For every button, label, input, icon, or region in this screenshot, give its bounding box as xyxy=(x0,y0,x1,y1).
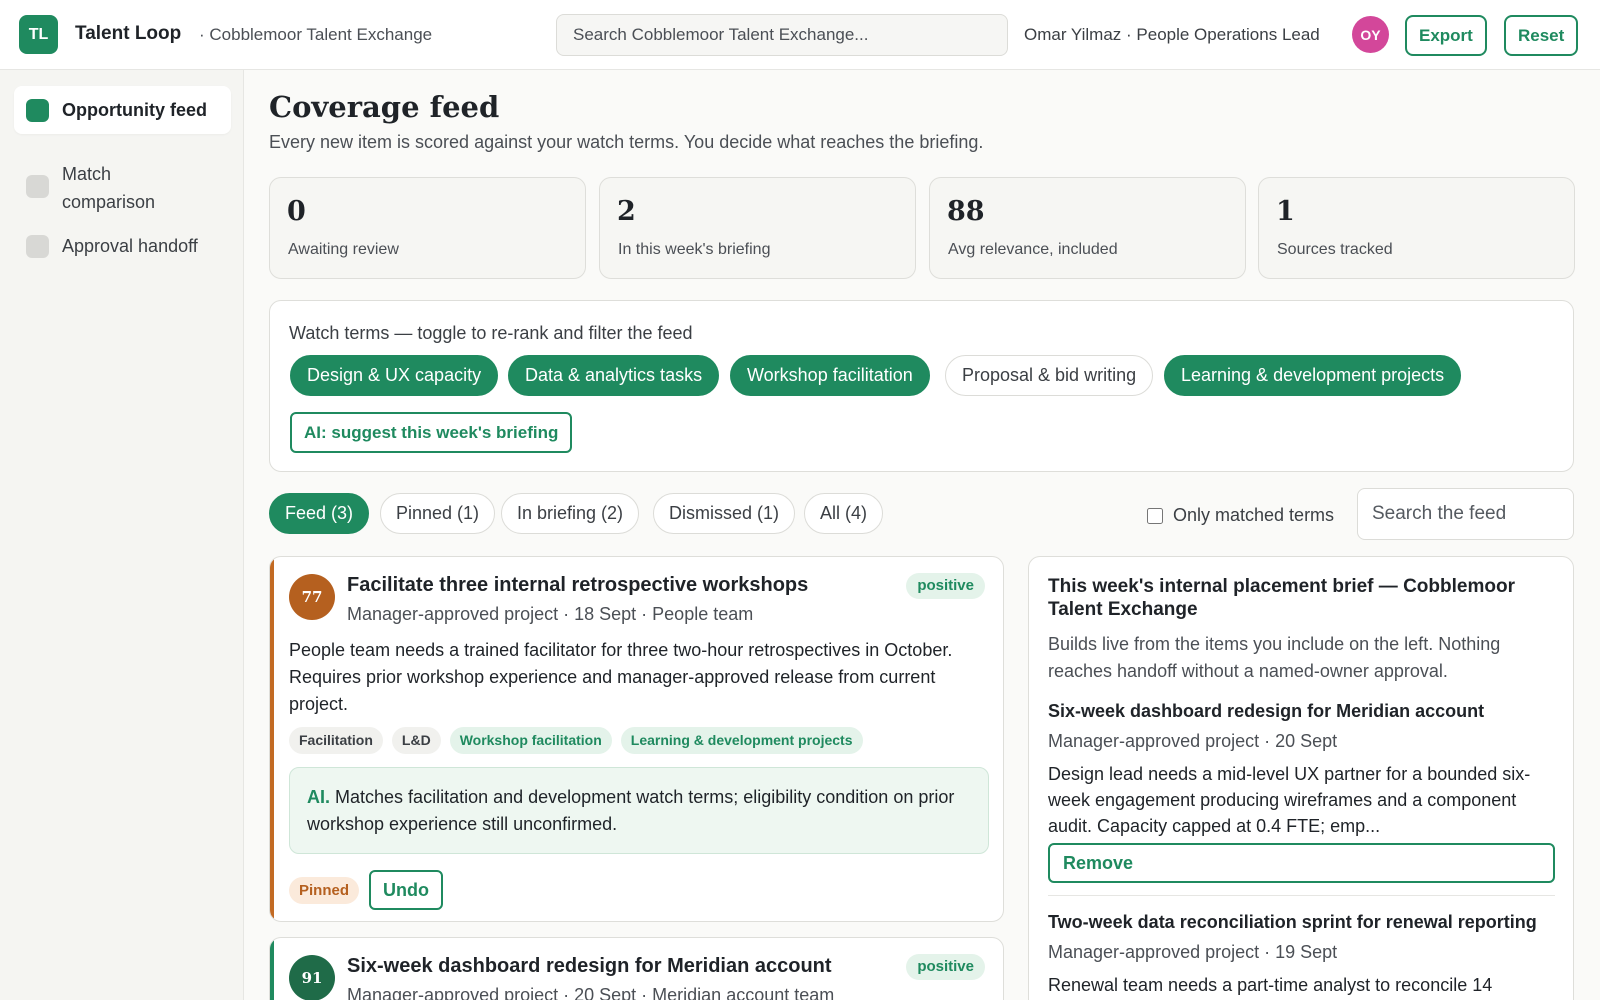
brief-item: Two-week data reconciliation sprint for … xyxy=(1048,911,1560,998)
page-title: Coverage feed xyxy=(269,90,500,124)
watch-term-chip-proposal-bid[interactable]: Proposal & bid writing xyxy=(945,355,1154,396)
feed-card-meta: Manager-approved project · 18 Sept · Peo… xyxy=(347,604,754,624)
sidebar-item-label: Approval handoff xyxy=(62,236,198,256)
stat-label: Awaiting review xyxy=(288,241,399,258)
stat-label: Avg relevance, included xyxy=(948,241,1118,258)
feed-card: 91 Six-week dashboard redesign for Merid… xyxy=(269,937,1004,1000)
placement-brief-panel: This week's internal placement brief — C… xyxy=(1028,556,1574,1000)
reset-button[interactable]: Reset xyxy=(1504,15,1579,56)
feed-card-body: People team needs a trained facilitator … xyxy=(289,640,953,714)
page-subtitle: Every new item is scored against your wa… xyxy=(269,132,984,152)
nav-square-icon xyxy=(26,99,49,122)
nav-square-icon xyxy=(26,175,49,198)
tag-list: Facilitation L&D Workshop facilitation L… xyxy=(289,727,863,754)
export-button[interactable]: Export xyxy=(1405,15,1487,56)
tab-feed[interactable]: Feed (3) xyxy=(269,493,370,534)
brief-description: Builds live from the items you include o… xyxy=(1048,634,1501,681)
divider xyxy=(1048,895,1555,896)
top-bar: TL Talent Loop · Cobblemoor Talent Excha… xyxy=(0,0,1600,70)
brief-title: This week's internal placement brief — C… xyxy=(1048,576,1515,620)
matched-term-tag: Workshop facilitation xyxy=(449,727,612,754)
stat-card-sources-tracked: 1 Sources tracked xyxy=(1258,177,1575,279)
brief-item-meta: Manager-approved project · 19 Sept xyxy=(1048,942,1338,962)
feed-search-input[interactable] xyxy=(1357,488,1574,540)
only-matched-checkbox[interactable] xyxy=(1147,507,1163,524)
app-logo: TL xyxy=(19,15,58,54)
brief-item-body: Renewal team needs a part-time analyst t… xyxy=(1048,975,1493,995)
brief-item-title: Two-week data reconciliation sprint for … xyxy=(1048,912,1537,932)
relevance-score-badge: 77 xyxy=(289,574,335,620)
app-name: Talent Loop xyxy=(75,23,182,44)
stat-card-awaiting-review: 0 Awaiting review xyxy=(269,177,586,279)
ai-prefix: AI. xyxy=(307,787,331,807)
ai-suggest-briefing-button[interactable]: AI: suggest this week's briefing xyxy=(290,412,573,453)
sidebar-item-approval-handoff[interactable]: Approval handoff xyxy=(14,222,231,270)
tab-all[interactable]: All (4) xyxy=(804,493,884,534)
stat-card-in-briefing: 2 In this week's briefing xyxy=(599,177,916,279)
pinned-status-badge: Pinned xyxy=(289,877,360,904)
brief-item-title: Six-week dashboard redesign for Meridian… xyxy=(1048,701,1485,721)
stat-value: 2 xyxy=(617,196,636,227)
sidebar: Opportunity feed Match comparison Approv… xyxy=(0,70,244,1000)
sentiment-badge: positive xyxy=(906,573,985,599)
stat-value: 88 xyxy=(947,196,985,227)
stat-card-avg-relevance: 88 Avg relevance, included xyxy=(929,177,1246,279)
avatar[interactable]: OY xyxy=(1352,16,1389,53)
brief-item-body: Design lead needs a mid-level UX partner… xyxy=(1048,764,1531,836)
brief-item: Six-week dashboard redesign for Meridian… xyxy=(1048,700,1560,839)
sidebar-item-label: Opportunity feed xyxy=(62,100,207,120)
matched-term-tag: Learning & development projects xyxy=(620,727,863,754)
watch-term-chip-data-analytics[interactable]: Data & analytics tasks xyxy=(508,355,720,396)
feed-card: 77 Facilitate three internal retrospecti… xyxy=(269,556,1004,922)
feed-card-title[interactable]: Six-week dashboard redesign for Meridian… xyxy=(347,955,832,978)
ai-assessment-text: Matches facilitation and development wat… xyxy=(307,787,955,834)
sentiment-badge: positive xyxy=(906,954,985,980)
sidebar-item-label: Match comparison xyxy=(62,164,156,212)
ai-assessment-box: AI. Matches facilitation and development… xyxy=(289,767,989,854)
watch-term-chip-learning-development[interactable]: Learning & development projects xyxy=(1164,355,1462,396)
tag: Facilitation xyxy=(289,727,383,754)
stat-label: Sources tracked xyxy=(1277,241,1393,258)
watch-term-chip-design-ux[interactable]: Design & UX capacity xyxy=(290,355,499,396)
user-name-role: Omar Yilmaz · People Operations Lead xyxy=(1024,25,1320,44)
tab-in-briefing[interactable]: In briefing (2) xyxy=(501,493,640,534)
remove-from-brief-button[interactable]: Remove xyxy=(1048,843,1555,883)
stat-label: In this week's briefing xyxy=(618,241,771,258)
watch-terms-title: Watch terms — toggle to re-rank and filt… xyxy=(289,323,693,343)
watch-terms-panel: Watch terms — toggle to re-rank and filt… xyxy=(269,300,1574,472)
workspace-name: · Cobblemoor Talent Exchange xyxy=(199,25,433,44)
stat-value: 0 xyxy=(287,196,306,227)
tag: L&D xyxy=(391,727,441,754)
tab-pinned[interactable]: Pinned (1) xyxy=(380,493,496,534)
undo-button[interactable]: Undo xyxy=(369,870,443,910)
relevance-score-badge: 91 xyxy=(289,955,335,1000)
tab-dismissed[interactable]: Dismissed (1) xyxy=(653,493,796,534)
sidebar-item-match-comparison[interactable]: Match comparison xyxy=(14,146,231,214)
sidebar-item-opportunity-feed[interactable]: Opportunity feed xyxy=(14,86,231,134)
nav-square-icon xyxy=(26,235,49,258)
only-matched-terms-toggle[interactable]: Only matched terms xyxy=(1147,505,1334,526)
brief-item-meta: Manager-approved project · 20 Sept xyxy=(1048,731,1338,751)
feed-card-meta: Manager-approved project · 20 Sept · Mer… xyxy=(347,985,835,1000)
feed-card-title[interactable]: Facilitate three internal retrospective … xyxy=(347,574,808,597)
only-matched-label: Only matched terms xyxy=(1173,505,1335,525)
watch-term-chip-workshop-facilitation[interactable]: Workshop facilitation xyxy=(730,355,930,396)
stat-value: 1 xyxy=(1276,196,1295,227)
global-search-input[interactable] xyxy=(556,14,1008,56)
